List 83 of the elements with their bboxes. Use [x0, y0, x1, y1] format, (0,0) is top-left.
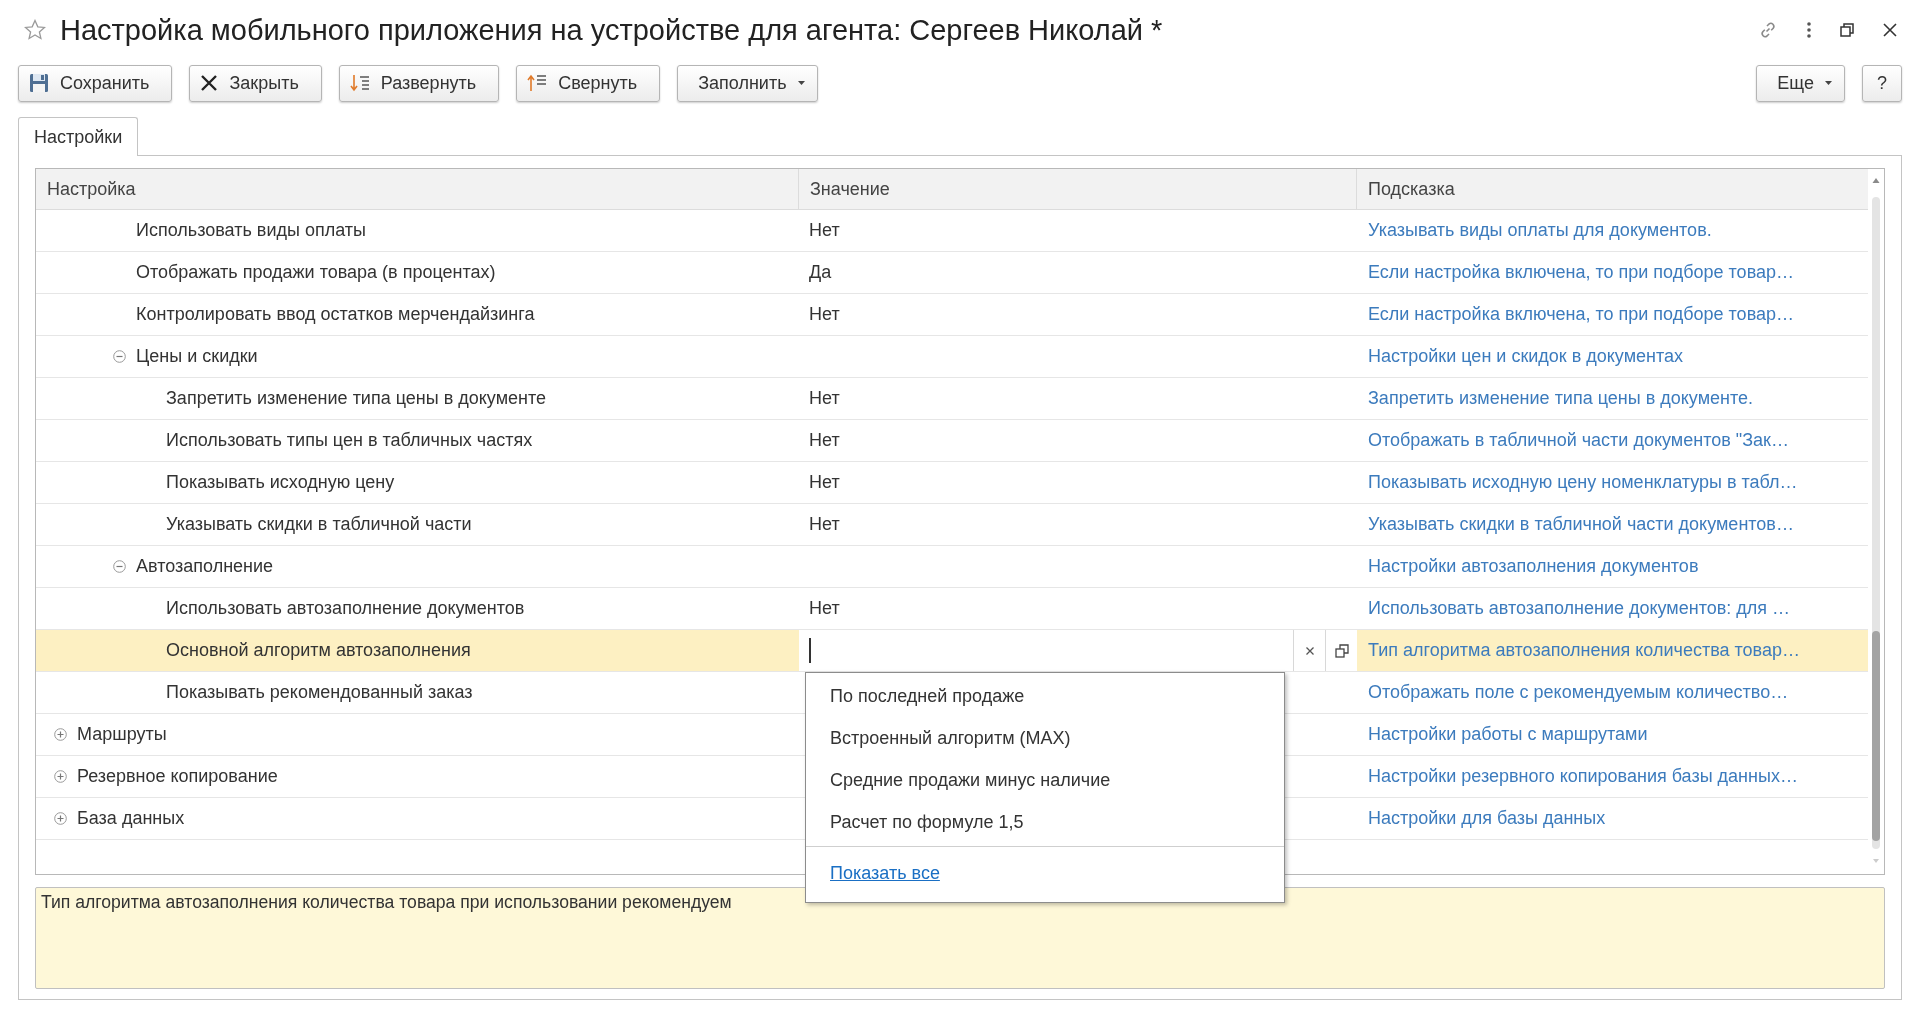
open-form-icon[interactable] [1334, 643, 1349, 658]
table-row[interactable]: Использовать типы цен в табличных частях Нет Отображать в табличной части документов "Зак… [36, 420, 1868, 462]
table-row[interactable]: Запретить изменение типа цены в документе Нет Запретить изменение типа цены в документе. [36, 378, 1868, 420]
expand-icon[interactable] [54, 728, 67, 741]
setting-label: Указывать скидки в табличной части [166, 514, 472, 535]
column-header[interactable]: Настройка [36, 169, 799, 209]
table-row[interactable]: Цены и скидки Настройки цен и скидок в документах [36, 336, 1868, 378]
hint-link[interactable]: Указывать виды оплаты для документов. [1368, 220, 1712, 241]
setting-value: Да [809, 262, 832, 283]
setting-value: Нет [809, 514, 840, 535]
table-row[interactable]: Контролировать ввод остатков мерчендайзинга Нет Если настройка включена, то при подборе товар… [36, 294, 1868, 336]
restore-icon[interactable] [1840, 23, 1854, 37]
close-icon [200, 74, 219, 92]
list-option[interactable]: Средние продажи минус наличие [806, 759, 1284, 801]
tab[interactable]: Настройки [18, 117, 139, 156]
list-option[interactable]: По последней продаже [806, 675, 1284, 717]
group-label: Цены и скидки [136, 346, 258, 367]
setting-label: Показывать рекомендованный заказ [166, 682, 473, 703]
list-option[interactable]: Встроенный алгоритм (MAX) [806, 717, 1284, 759]
table-row[interactable]: Отображать продажи товара (в процентах) Да Если настройка включена, то при подборе товар… [36, 252, 1868, 294]
expand-icon[interactable] [54, 770, 67, 783]
group-label: Резервное копирование [77, 766, 278, 787]
hint-link[interactable]: Настройки автозаполнения документов [1368, 556, 1699, 577]
group-label: Маршруты [77, 724, 167, 745]
setting-label: Основной алгоритм автозаполнения [166, 640, 471, 661]
close-icon[interactable] [1882, 22, 1898, 38]
setting-label: Показывать исходную цену [166, 472, 395, 493]
setting-label: Использовать виды оплаты [136, 220, 366, 241]
setting-value: Нет [809, 472, 840, 493]
toolbar-button[interactable]: Закрыть [189, 64, 322, 102]
toolbar-button[interactable]: Сохранить [18, 64, 173, 102]
hint-link[interactable]: Если настройка включена, то при подборе товар… [1368, 304, 1794, 325]
setting-label: Запретить изменение типа цены в документе [166, 388, 546, 409]
list-option[interactable]: Расчет по формуле 1,5 [806, 801, 1284, 843]
table-row[interactable]: Использовать виды оплаты Нет Указывать виды оплаты для документов. [36, 210, 1868, 252]
hint-text: Тип алгоритма автозаполнения количества товара при использовании рекомендуем [41, 892, 733, 913]
toolbar-button[interactable]: Свернуть [516, 64, 661, 102]
setting-value: Нет [809, 430, 840, 451]
hint-link[interactable]: Отображать в табличной части документов "Зак… [1368, 430, 1789, 451]
caret-icon [1825, 81, 1832, 85]
collapse-icon [527, 73, 548, 93]
setting-label: Отображать продажи товара (в процентах) [136, 262, 496, 283]
setting-value: Нет [809, 304, 840, 325]
setting-value: Нет [809, 220, 840, 241]
setting-label: Использовать автозаполнение документов [166, 598, 525, 619]
hint-link[interactable]: Использовать автозаполнение документов: для … [1368, 598, 1791, 619]
hint-link[interactable]: Настройки цен и скидок в документах [1368, 346, 1684, 367]
caret-icon [797, 81, 805, 85]
group-label: Автозаполнение [136, 556, 274, 577]
table-row[interactable]: Основной алгоритм автозаполнения Тип алгоритма автозаполнения количества товар… [36, 630, 1868, 672]
column-header[interactable]: Подсказка [1357, 169, 1868, 209]
table-row[interactable]: Указывать скидки в табличной части Нет Указывать скидки в табличной части документов… [36, 504, 1868, 546]
show-all-link[interactable]: Показать все [830, 863, 940, 883]
setting-label: Контролировать ввод остатков мерчендайзинга [136, 304, 535, 325]
setting-value: Нет [809, 388, 840, 409]
toolbar-button[interactable]: Заполнить [677, 64, 818, 102]
hint-link[interactable]: Если настройка включена, то при подборе товар… [1368, 262, 1794, 283]
setting-label: Использовать типы цен в табличных частях [166, 430, 533, 451]
table-row[interactable]: Показывать исходную цену Нет Показывать исходную цену номенклатуры в табл… [36, 462, 1868, 504]
hint-link[interactable]: Показывать исходную цену номенклатуры в табл… [1368, 472, 1798, 493]
group-label: База данных [77, 808, 185, 829]
hint-link[interactable]: Настройки работы с маршрутами [1368, 724, 1648, 745]
save-icon [29, 73, 49, 93]
link-icon[interactable] [1758, 20, 1778, 40]
hint-link[interactable]: Запретить изменение типа цены в документе. [1368, 388, 1753, 409]
expand-icon [349, 73, 370, 93]
table-row[interactable]: Автозаполнение Настройки автозаполнения документов [36, 546, 1868, 588]
toolbar-button[interactable]: ? [1862, 64, 1902, 102]
hint-link[interactable]: Указывать скидки в табличной части документов… [1368, 514, 1794, 535]
expand-icon[interactable] [54, 812, 67, 825]
window-title: Настройка мобильного приложения на устройстве для агента: Сергеев Николай * [60, 13, 1163, 47]
collapse-icon[interactable] [113, 560, 126, 573]
hint-link[interactable]: Настройки для базы данных [1368, 808, 1606, 829]
hint-link[interactable]: Отображать поле с рекомендуемым количество… [1368, 682, 1789, 703]
clear-icon[interactable] [1304, 645, 1315, 656]
column-header[interactable]: Значение [799, 169, 1357, 209]
setting-value: Нет [809, 598, 840, 619]
star-icon[interactable] [24, 19, 46, 41]
hint-link[interactable]: Настройки резервного копирования базы данных… [1368, 766, 1798, 787]
toolbar-button[interactable]: Развернуть [338, 64, 500, 102]
toolbar-button[interactable]: Еще [1756, 64, 1845, 102]
collapse-icon[interactable] [113, 350, 126, 363]
more-icon[interactable] [1806, 21, 1812, 39]
